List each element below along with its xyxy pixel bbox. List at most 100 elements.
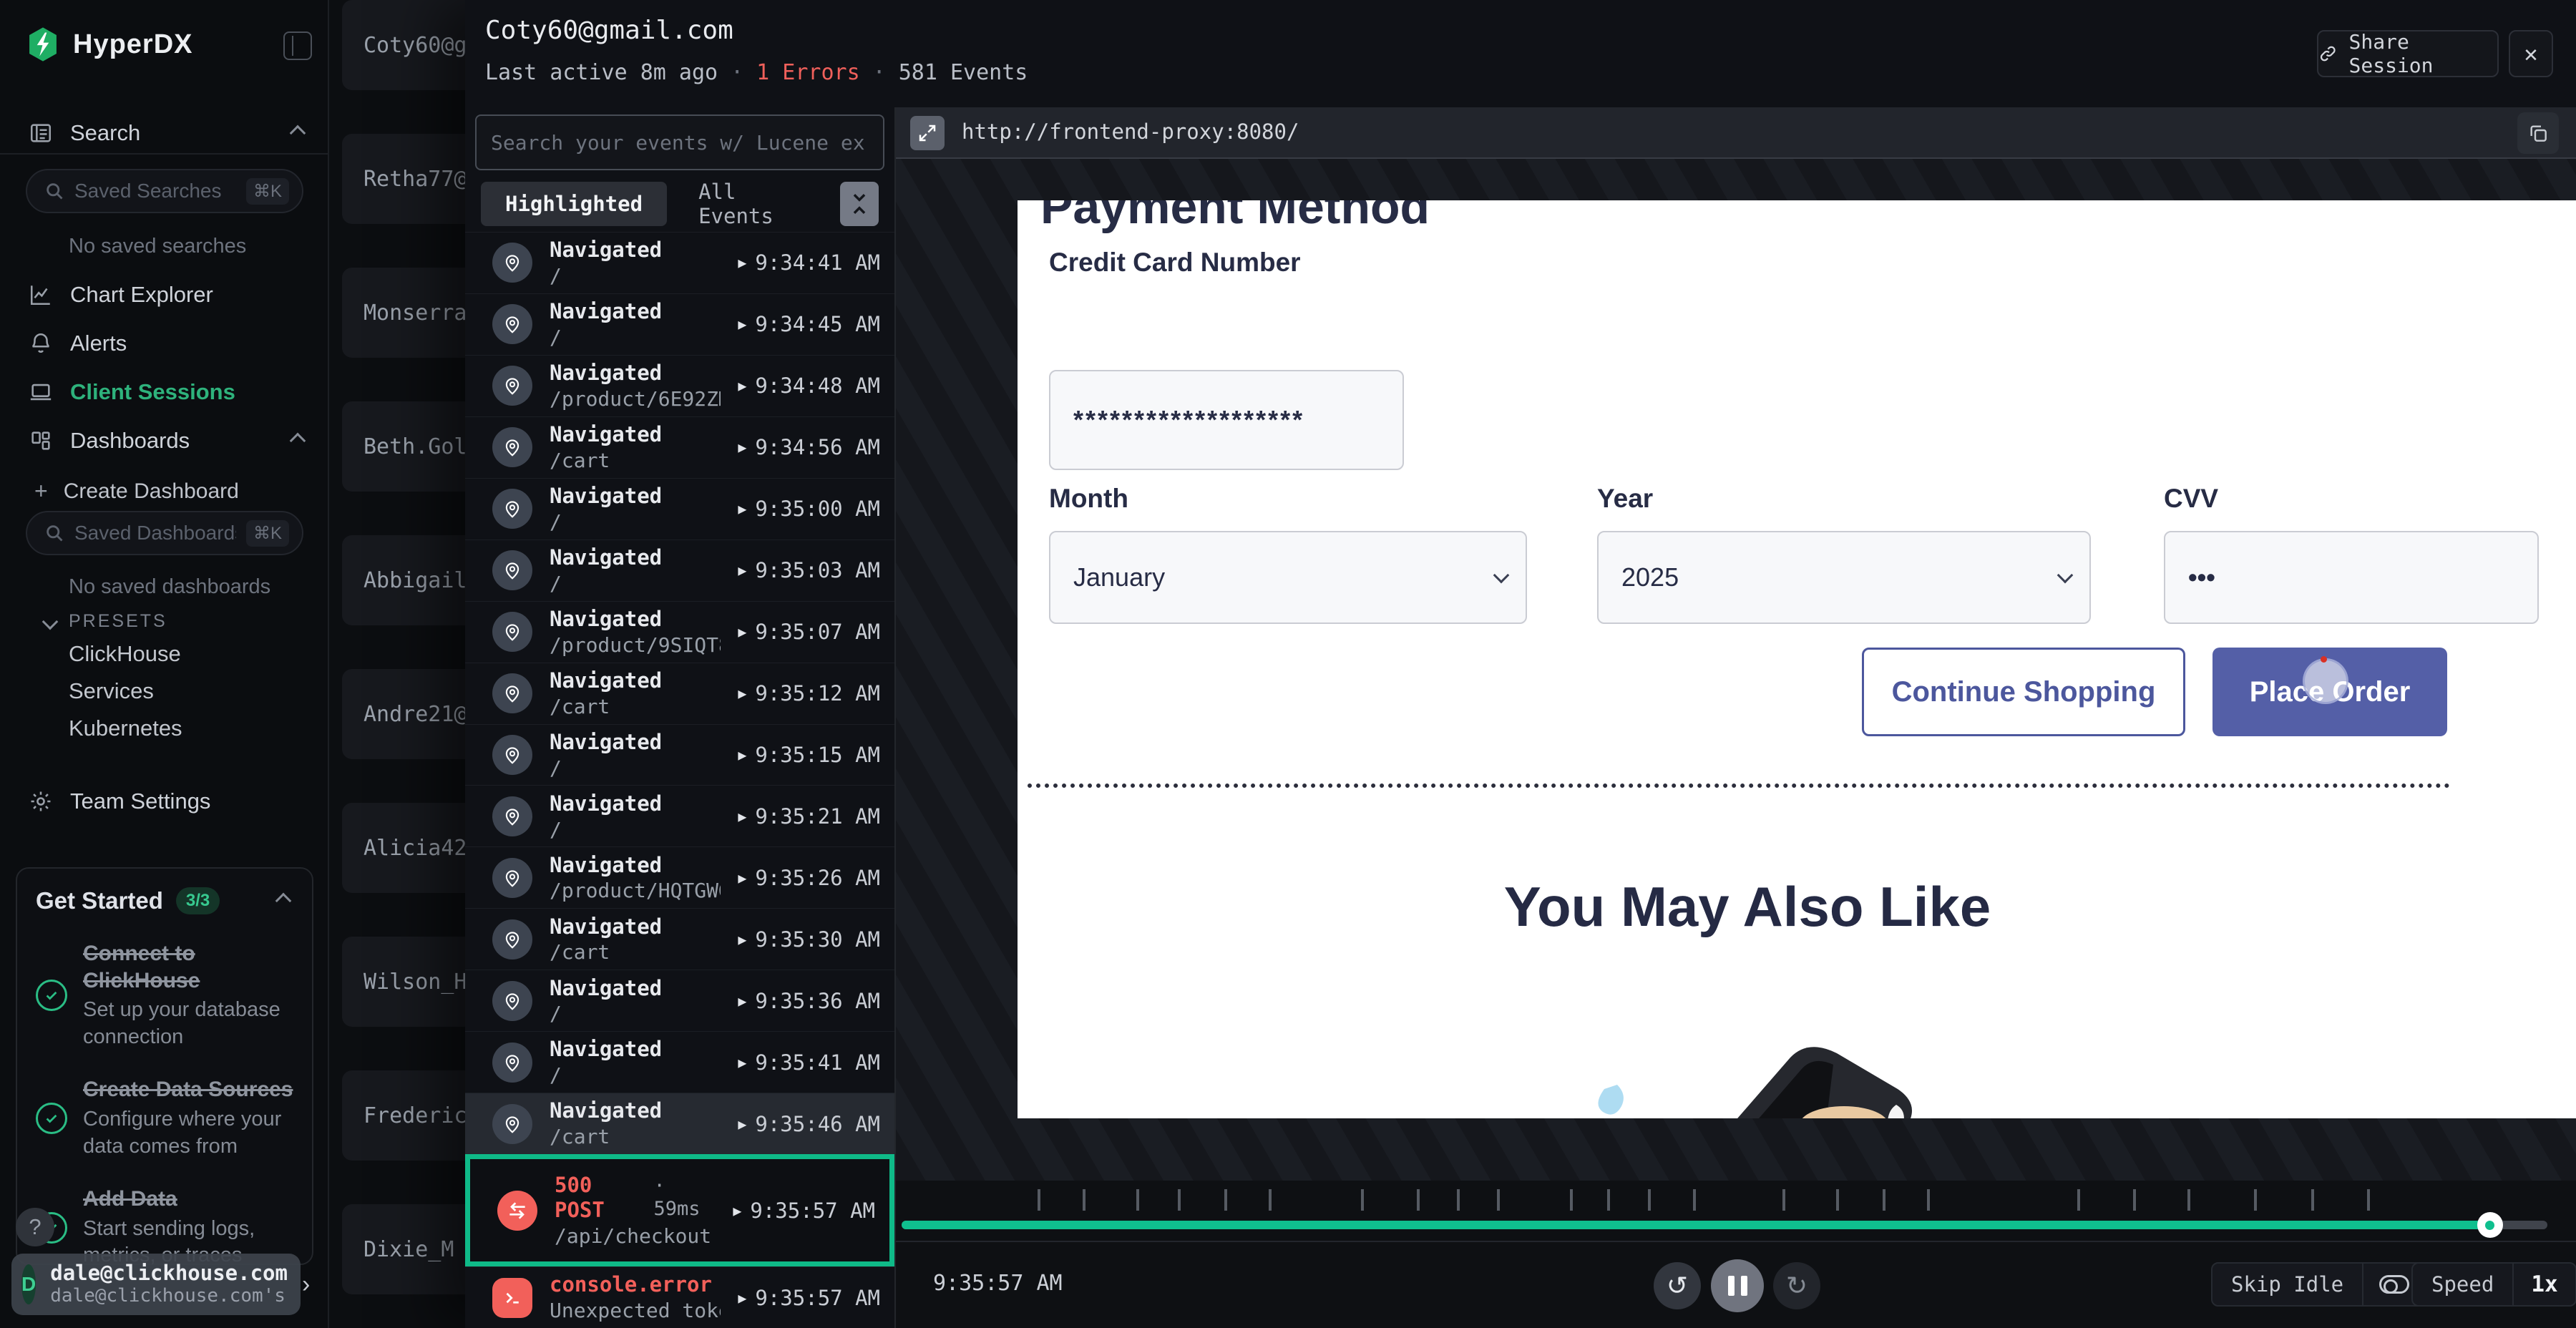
speed-control[interactable]: Speed 1x: [2411, 1262, 2576, 1307]
timeline-tick: [1927, 1189, 1930, 1211]
play-marker-icon[interactable]: ▶: [738, 869, 746, 887]
event-row[interactable]: Navigated / ▶ 9:35:21 AM: [465, 785, 894, 846]
timeline-tick: [1836, 1189, 1839, 1211]
continue-shopping-button[interactable]: Continue Shopping: [1862, 648, 2185, 736]
play-marker-icon[interactable]: ▶: [738, 1115, 746, 1133]
play-marker-icon[interactable]: ▶: [738, 377, 746, 394]
timeline-tick: [1178, 1189, 1181, 1211]
help-button[interactable]: ?: [16, 1208, 54, 1246]
cvv-input[interactable]: •••: [2164, 531, 2539, 624]
presets-section-toggle[interactable]: PRESETS: [44, 611, 167, 632]
event-row[interactable]: console.error Unexpected token 'I'… ▶ 9:…: [465, 1266, 894, 1328]
event-row[interactable]: Navigated /cart ▶ 9:35:46 AM: [465, 1093, 894, 1154]
user-menu[interactable]: D dale@clickhouse.com dale@clickhouse.co…: [11, 1254, 301, 1315]
event-row[interactable]: Navigated / ▶ 9:34:41 AM: [465, 232, 894, 293]
rewind-button[interactable]: ↺: [1654, 1262, 1701, 1309]
month-select[interactable]: January: [1049, 531, 1527, 624]
month-value: January: [1073, 562, 1165, 592]
event-row[interactable]: Navigated / ▶ 9:35:15 AM: [465, 724, 894, 786]
event-row[interactable]: Navigated /product/6E92ZMYYFZ ▶ 9:34:48 …: [465, 355, 894, 416]
event-row[interactable]: Navigated / ▶ 9:35:41 AM: [465, 1031, 894, 1093]
app-title: HyperDX: [73, 29, 193, 60]
restart-button[interactable]: ↻: [1773, 1262, 1820, 1309]
navigation-pin-icon: [492, 427, 532, 467]
sidebar-item-team-settings[interactable]: Team Settings: [0, 781, 329, 821]
play-marker-icon[interactable]: ▶: [738, 1289, 746, 1307]
preset-services[interactable]: Services: [69, 678, 154, 704]
saved-searches-input[interactable]: ⌘K: [26, 169, 303, 213]
share-session-button[interactable]: Share Session: [2317, 30, 2499, 77]
play-marker-icon[interactable]: ▶: [733, 1202, 741, 1219]
event-row[interactable]: Navigated / ▶ 9:35:00 AM: [465, 478, 894, 540]
session-email: Alicia42: [364, 836, 467, 861]
step-desc: Configure where your data comes from: [83, 1106, 293, 1160]
play-marker-icon[interactable]: ▶: [738, 500, 746, 517]
credit-card-input[interactable]: *******************: [1049, 370, 1404, 470]
sidebar-item-label: Dashboards: [70, 428, 190, 454]
tab-highlighted[interactable]: Highlighted: [481, 182, 667, 226]
event-row[interactable]: Navigated / ▶ 9:35:36 AM: [465, 970, 894, 1031]
play-marker-icon[interactable]: ▶: [738, 1054, 746, 1071]
skip-idle-control[interactable]: Skip Idle: [2211, 1262, 2426, 1307]
credit-card-label: Credit Card Number: [1049, 248, 1301, 278]
sidebar-collapse-icon[interactable]: [283, 31, 312, 60]
collapse-events-button[interactable]: [840, 182, 879, 226]
sidebar-item-chart-explorer[interactable]: Chart Explorer: [0, 275, 329, 315]
event-row[interactable]: Navigated /cart ▶ 9:34:56 AM: [465, 416, 894, 478]
preset-kubernetes[interactable]: Kubernetes: [69, 716, 182, 741]
close-button[interactable]: ✕: [2509, 30, 2553, 77]
event-row[interactable]: Navigated /cart ▶ 9:35:30 AM: [465, 908, 894, 970]
event-row[interactable]: Navigated /product/9SIQT8TOJO ▶ 9:35:07 …: [465, 601, 894, 663]
play-marker-icon[interactable]: ▶: [738, 254, 746, 271]
year-select[interactable]: 2025: [1597, 531, 2091, 624]
tab-all-events[interactable]: All Events: [667, 180, 839, 228]
play-marker-icon[interactable]: ▶: [738, 439, 746, 456]
saved-dashboards-field[interactable]: [74, 522, 236, 545]
sidebar-item-label: Chart Explorer: [70, 282, 213, 308]
copy-url-button[interactable]: [2517, 112, 2559, 154]
play-marker-icon[interactable]: ▶: [738, 316, 746, 333]
sidebar-item-dashboards[interactable]: Dashboards: [0, 421, 329, 461]
play-marker-icon[interactable]: ▶: [738, 808, 746, 825]
app-logo[interactable]: HyperDX: [26, 26, 193, 63]
timeline[interactable]: [939, 1181, 2533, 1221]
progress-handle[interactable]: [2477, 1212, 2503, 1238]
sidebar-item-alerts[interactable]: Alerts: [0, 323, 329, 363]
event-path: /: [550, 1063, 662, 1088]
chevron-up-icon[interactable]: [275, 893, 292, 909]
sidebar-item-search[interactable]: Search: [0, 113, 329, 153]
event-row[interactable]: Navigated /cart ▶ 9:35:12 AM: [465, 663, 894, 724]
saved-dashboards-input[interactable]: ⌘K: [26, 511, 303, 555]
play-marker-icon[interactable]: ▶: [738, 931, 746, 948]
event-time: 9:35:41 AM: [755, 1050, 880, 1075]
pause-button[interactable]: [1711, 1259, 1764, 1312]
play-marker-icon[interactable]: ▶: [738, 685, 746, 702]
get-started-step[interactable]: Connect to ClickHouse Set up your databa…: [36, 940, 293, 1050]
play-marker-icon[interactable]: ▶: [738, 562, 746, 579]
preset-clickhouse[interactable]: ClickHouse: [69, 641, 181, 667]
play-marker-icon[interactable]: ▶: [738, 623, 746, 640]
event-time: 9:34:48 AM: [755, 374, 880, 398]
event-row[interactable]: 500 POST · 59ms /api/checkout ▶ 9:35:57 …: [465, 1154, 894, 1266]
chevron-down-icon: [1493, 567, 1510, 584]
expand-button[interactable]: [910, 116, 945, 150]
play-marker-icon[interactable]: ▶: [738, 992, 746, 1010]
event-row[interactable]: Navigated / ▶ 9:34:45 AM: [465, 293, 894, 355]
get-started-step[interactable]: Create Data Sources Configure where your…: [36, 1076, 293, 1160]
event-row[interactable]: Navigated /product/HQTGWGPNH4 ▶ 9:35:26 …: [465, 846, 894, 908]
session-email: Retha77@: [364, 167, 467, 192]
event-row[interactable]: Navigated / ▶ 9:35:03 AM: [465, 540, 894, 601]
session-detail-drawer: Coty60@gmail.com Last active 8m ago · 1 …: [465, 0, 2576, 1328]
search-icon: [44, 523, 64, 543]
play-marker-icon[interactable]: ▶: [738, 746, 746, 763]
create-dashboard-button[interactable]: + Create Dashboard: [34, 478, 239, 504]
event-list: Navigated / ▶ 9:34:41 AM Navigated / ▶ 9…: [465, 232, 894, 1328]
timeline-tick: [1361, 1189, 1364, 1211]
create-dashboard-label: Create Dashboard: [64, 479, 239, 504]
saved-searches-field[interactable]: [74, 180, 236, 202]
playback-progress-bar[interactable]: [902, 1221, 2547, 1229]
sidebar-item-client-sessions[interactable]: Client Sessions: [0, 372, 329, 412]
event-search-box[interactable]: [475, 114, 884, 170]
event-time: 9:35:07 AM: [755, 620, 880, 644]
event-search-input[interactable]: [491, 131, 869, 155]
